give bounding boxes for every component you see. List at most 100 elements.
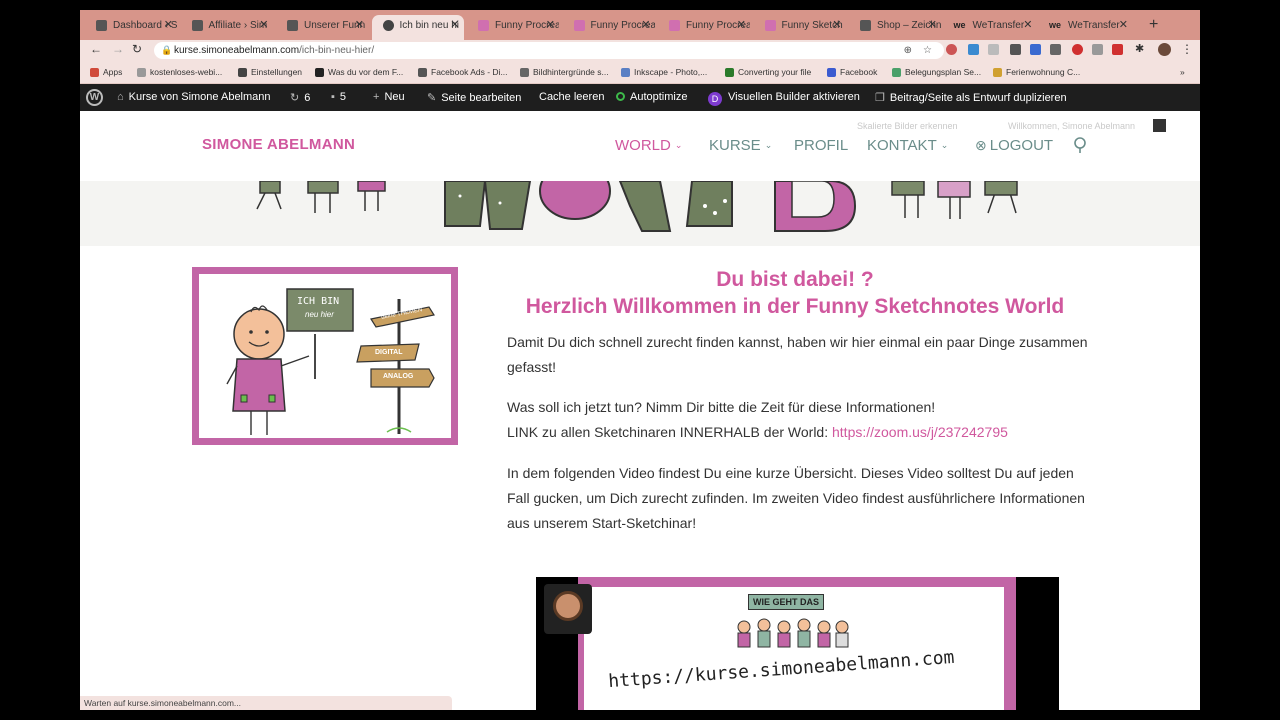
nav-kurse[interactable]: KURSE ⌄ xyxy=(709,137,772,154)
wp-admin-bar: W ⌂ Kurse von Simone Abelmann ↻ 6 ▪ 5 + Neu … xyxy=(80,84,1200,111)
tab-close-icon[interactable]: ✕ xyxy=(259,15,268,36)
new-tab-button[interactable]: + xyxy=(1149,16,1158,34)
bookmark-favicon-icon xyxy=(725,68,734,77)
zoom-icon[interactable]: ⊕ xyxy=(904,42,912,59)
back-icon[interactable]: ← xyxy=(90,42,102,56)
wp-duplicate[interactable]: ❐ Beitrag/Seite als Entwurf duplizieren xyxy=(875,91,1067,104)
extension-pen-icon[interactable] xyxy=(968,44,979,55)
browser-status-bar: Warten auf kurse.simoneabelmann.com... xyxy=(80,696,452,710)
wp-updates[interactable]: ↻ 6 xyxy=(290,91,310,104)
browser-tab[interactable]: Funny Procrea ✕ xyxy=(563,15,655,40)
puzzle-icon[interactable]: ✱ xyxy=(1135,42,1144,55)
extension-box-icon[interactable] xyxy=(988,44,999,55)
extension-screen-icon[interactable] xyxy=(1010,44,1021,55)
browser-tab[interactable]: Funny Procrea ✕ xyxy=(658,15,750,40)
browser-tab[interactable]: Dashboard ‹ S ✕ xyxy=(85,15,177,40)
extension-tp-icon[interactable] xyxy=(1112,44,1123,55)
url-path: /ich-bin-neu-hier/ xyxy=(299,45,375,56)
zoom-link[interactable]: https://zoom.us/j/237242795 xyxy=(832,424,1008,440)
star-icon[interactable]: ☆ xyxy=(923,42,932,59)
bookmark-label: Inkscape - Photo,... xyxy=(634,67,708,77)
bookmark-item[interactable]: Was du vor dem F... xyxy=(315,67,403,77)
extension-eyedropper-icon[interactable] xyxy=(1092,44,1103,55)
video-sign: WIE GEHT DAS xyxy=(748,594,824,610)
browser-tab[interactable]: Affiliate › Sim ✕ xyxy=(181,15,273,40)
bookmark-label: Was du vor dem F... xyxy=(328,67,404,77)
intro-video-player[interactable]: WIE GEHT DAS https://kurse.simoneabelman… xyxy=(536,577,1059,710)
tab-close-icon[interactable]: ✕ xyxy=(928,15,937,36)
wp-comments[interactable]: ▪ 5 xyxy=(331,91,346,103)
bookmark-item[interactable]: Inkscape - Photo,... xyxy=(621,67,707,77)
profile-avatar[interactable] xyxy=(1158,43,1171,56)
pinterest-icon[interactable] xyxy=(1072,44,1083,55)
bookmark-item[interactable]: Apps xyxy=(90,67,122,77)
search-icon[interactable] xyxy=(1073,136,1089,154)
bookmarks-more-button[interactable]: » xyxy=(1180,67,1185,77)
browser-tab[interactable]: Funny Sketch ✕ xyxy=(754,15,846,40)
bookmark-item[interactable]: Bildhintergründe s... xyxy=(520,67,609,77)
browser-tab[interactable]: we WeTransfer ✕ xyxy=(1040,15,1132,40)
wp-site-link[interactable]: ⌂ Kurse von Simone Abelmann xyxy=(117,91,271,103)
tab-close-icon[interactable]: ✕ xyxy=(1023,15,1032,36)
signpost-digital: DIGITAL xyxy=(375,349,403,356)
forward-icon[interactable]: → xyxy=(112,42,124,56)
extension-blue-icon[interactable] xyxy=(1030,44,1041,55)
tab-close-icon[interactable]: ✕ xyxy=(641,15,650,36)
browser-tab[interactable]: Shop – Zeichn ✕ xyxy=(849,15,941,40)
bookmark-label: Facebook xyxy=(840,67,878,77)
browser-tab[interactable]: Funny Procrea ✕ xyxy=(467,15,559,40)
plus-icon: + xyxy=(373,91,380,103)
bookmark-label: Bildhintergründe s... xyxy=(533,67,609,77)
tab-favicon-icon: we xyxy=(1049,20,1062,30)
wp-autoptimize[interactable]: Autoptimize xyxy=(616,91,687,103)
address-bar[interactable]: 🔒 kurse.simoneabelmann.com/ich-bin-neu-h… xyxy=(154,42,944,59)
nav-logout-label: LOGOUT xyxy=(989,137,1054,154)
menu-icon[interactable]: ⋮ xyxy=(1181,42,1193,56)
browser-tab-active[interactable]: Ich bin neu hi ✕ xyxy=(371,15,464,40)
extension-color-icon[interactable] xyxy=(946,44,957,55)
bookmark-favicon-icon xyxy=(238,68,247,77)
browser-tab[interactable]: we WeTransfer ✕ xyxy=(945,15,1037,40)
scaled-images-link[interactable]: Skalierte Bilder erkennen xyxy=(857,121,958,131)
wp-comments-count: 5 xyxy=(339,91,347,103)
tab-favicon-icon xyxy=(478,20,489,31)
reload-icon[interactable]: ↻ xyxy=(132,42,142,56)
sign-line-1: ICH BIN xyxy=(297,296,340,307)
duplicate-icon: ❐ xyxy=(875,92,885,104)
tab-title: WeTransfer xyxy=(1068,20,1120,31)
bookmark-item[interactable]: Einstellungen xyxy=(238,67,302,77)
bookmark-item[interactable]: Converting your file xyxy=(725,67,811,77)
tab-close-icon[interactable]: ✕ xyxy=(450,15,459,36)
welcome-user-link[interactable]: Willkommen, Simone Abelmann xyxy=(1008,121,1135,131)
tab-close-icon[interactable]: ✕ xyxy=(832,15,841,36)
site-logo[interactable]: SIMONE ABELMANN xyxy=(202,136,355,153)
world-banner xyxy=(80,181,1200,246)
bookmark-item[interactable]: Ferienwohnung C... xyxy=(993,67,1080,77)
bookmark-favicon-icon xyxy=(90,68,99,77)
browser-tab[interactable]: Unserer Funn ✕ xyxy=(276,15,368,40)
extension-w-icon[interactable] xyxy=(1050,44,1061,55)
wp-new[interactable]: + Neu xyxy=(373,91,405,103)
tab-close-icon[interactable]: ✕ xyxy=(546,15,555,36)
user-avatar[interactable] xyxy=(1153,119,1166,132)
bookmark-item[interactable]: Facebook xyxy=(827,67,877,77)
nav-kontakt[interactable]: KONTAKT ⌄ xyxy=(867,137,948,154)
divi-icon: D xyxy=(708,92,722,106)
tab-close-icon[interactable]: ✕ xyxy=(164,15,173,36)
bookmark-favicon-icon xyxy=(418,68,427,77)
bookmark-item[interactable]: Belegungsplan Se... xyxy=(892,67,981,77)
nav-logout[interactable]: ⊗ LOGOUT xyxy=(975,137,1053,154)
bookmark-favicon-icon xyxy=(137,68,146,77)
bookmark-item[interactable]: kostenloses-webi... xyxy=(137,67,222,77)
wordpress-logo-icon[interactable]: W xyxy=(86,89,103,106)
video-frame: WIE GEHT DAS https://kurse.simoneabelman… xyxy=(578,577,1016,710)
wp-divi-builder[interactable]: D Visuellen Builder aktivieren xyxy=(708,91,860,106)
tab-close-icon[interactable]: ✕ xyxy=(1119,15,1128,36)
tab-close-icon[interactable]: ✕ xyxy=(737,15,746,36)
nav-profil[interactable]: PROFIL xyxy=(794,137,848,154)
wp-cache-clear[interactable]: Cache leeren xyxy=(539,91,604,103)
bookmark-item[interactable]: Facebook Ads - Di... xyxy=(418,67,508,77)
tab-close-icon[interactable]: ✕ xyxy=(355,15,364,36)
nav-world[interactable]: WORLD ⌄ xyxy=(615,137,682,154)
wp-edit-page[interactable]: ✎ Seite bearbeiten xyxy=(427,91,521,104)
